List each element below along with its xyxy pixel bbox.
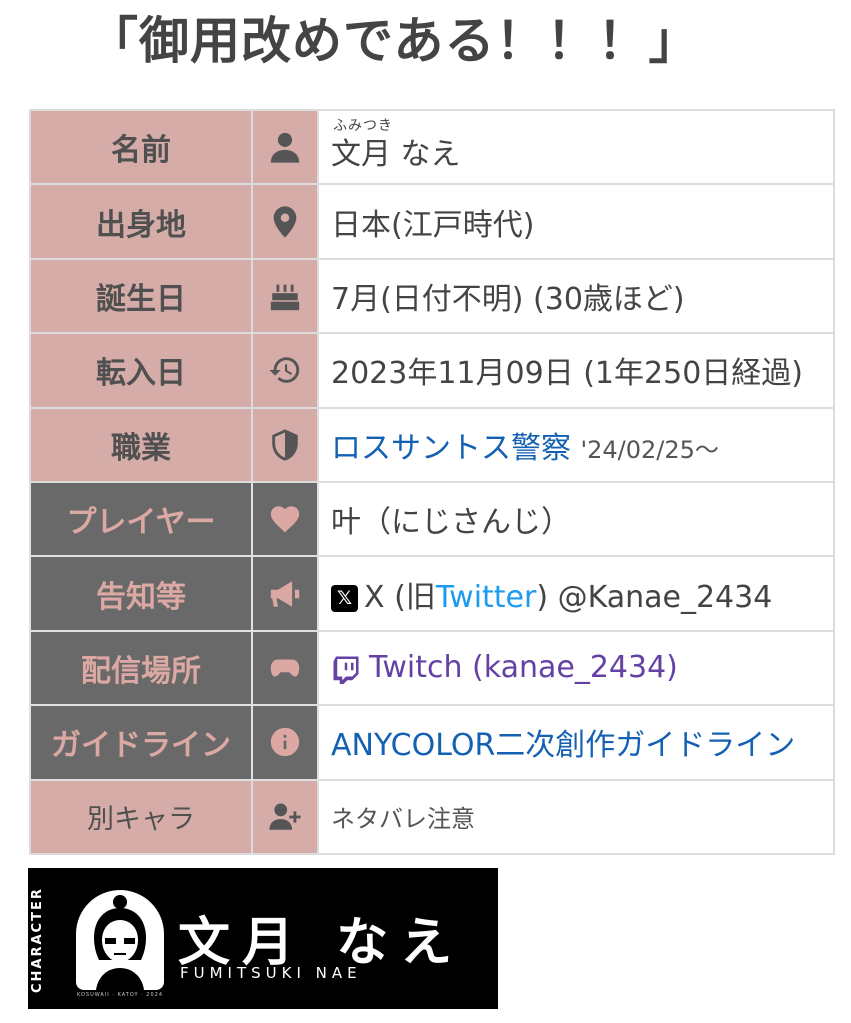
- row-label-join-date: 転入日: [29, 332, 253, 409]
- row-label-occupation: 職業: [29, 406, 253, 483]
- occupation-since: '24/02/25～: [580, 435, 719, 464]
- character-avatar: [76, 890, 164, 990]
- add-user-icon: [251, 778, 319, 856]
- twitch-icon: [333, 656, 359, 684]
- table-row: 名前 ふみつき 文月 なえ: [29, 108, 835, 186]
- row-label-birthplace: 出身地: [29, 183, 253, 260]
- character-banner: CHARACTER KOSUWAII · KATOY · 2024 文月 なえ …: [28, 868, 498, 1009]
- row-label-announcement: 告知等: [29, 555, 253, 632]
- table-row: プレイヤー 叶（にじさんじ）: [29, 480, 835, 558]
- name-ruby: ふみつき: [333, 118, 393, 135]
- occupation-link[interactable]: ロスサントス警察: [331, 431, 571, 466]
- banner-caption: KOSUWAII · KATOY · 2024: [76, 992, 164, 998]
- announcement-prefix: X (旧: [364, 579, 436, 615]
- announcement-value: 𝕏X (旧Twitter) @Kanae_2434: [317, 555, 835, 632]
- row-label-player: プレイヤー: [29, 480, 253, 558]
- table-row: 告知等 𝕏X (旧Twitter) @Kanae_2434: [29, 555, 835, 632]
- birthplace-value: 日本(江戸時代): [317, 183, 835, 260]
- row-label-guideline: ガイドライン: [29, 704, 253, 781]
- birthday-cake-icon: [251, 257, 319, 335]
- table-row: 出身地 日本(江戸時代): [29, 183, 835, 260]
- history-icon: [251, 332, 319, 409]
- heart-icon: [251, 480, 319, 558]
- guideline-link[interactable]: ANYCOLOR二次創作ガイドライン: [317, 704, 835, 781]
- table-row: 転入日 2023年11月09日 (1年250日経過): [29, 332, 835, 409]
- row-label-alt-character: 別キャラ: [29, 778, 253, 856]
- birthday-value: 7月(日付不明) (30歳ほど): [317, 257, 835, 335]
- table-row: ガイドライン ANYCOLOR二次創作ガイドライン: [29, 704, 835, 781]
- occupation-value: ロスサントス警察 '24/02/25～: [317, 406, 835, 483]
- megaphone-icon: [251, 555, 319, 632]
- profile-table: 名前 ふみつき 文月 なえ 出身地 日本(江戸時代) 誕生日 7月(日付不明) …: [29, 108, 835, 856]
- player-value: 叶（にじさんじ）: [317, 480, 835, 558]
- table-row: 誕生日 7月(日付不明) (30歳ほど): [29, 257, 835, 335]
- name-text: 文月 なえ: [331, 137, 461, 173]
- shield-icon: [251, 406, 319, 483]
- table-row: 配信場所 Twitch (kanae_2434): [29, 629, 835, 707]
- gamepad-icon: [251, 629, 319, 707]
- info-icon: [251, 704, 319, 781]
- stream-link[interactable]: Twitch (kanae_2434): [317, 629, 835, 707]
- location-pin-icon: [251, 183, 319, 260]
- name-value: ふみつき 文月 なえ: [317, 108, 835, 186]
- stream-text: Twitch (kanae_2434): [369, 650, 678, 686]
- x-logo-icon: 𝕏: [331, 584, 358, 612]
- alt-character-link[interactable]: ネタバレ注意: [317, 778, 835, 856]
- join-date-value: 2023年11月09日 (1年250日経過): [317, 332, 835, 409]
- banner-vertical-text: CHARACTER: [30, 887, 45, 993]
- row-label-name: 名前: [29, 108, 253, 186]
- banner-roman-name: FUMITSUKI NAE: [180, 964, 362, 982]
- person-icon: [251, 108, 319, 186]
- twitter-link[interactable]: Twitter: [436, 580, 537, 615]
- table-row: 職業 ロスサントス警察 '24/02/25～: [29, 406, 835, 483]
- announcement-suffix: ) @Kanae_2434: [536, 579, 773, 615]
- table-row: 別キャラ ネタバレ注意: [29, 778, 835, 856]
- row-label-stream: 配信場所: [29, 629, 253, 707]
- row-label-birthday: 誕生日: [29, 257, 253, 335]
- page-title: 「御用改めである！！！」: [88, 12, 700, 70]
